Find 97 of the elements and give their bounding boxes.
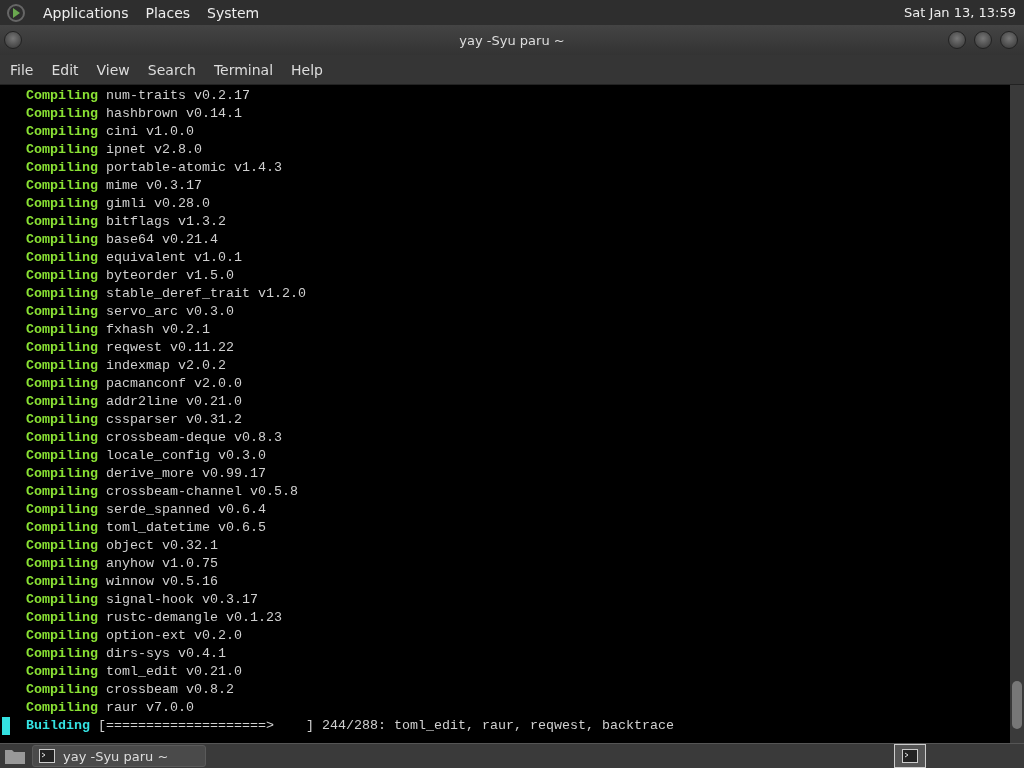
terminal-status-word: Compiling xyxy=(26,357,98,375)
terminal-text: dirs-sys v0.4.1 xyxy=(106,645,226,663)
terminal-text: toml_edit v0.21.0 xyxy=(106,663,242,681)
terminal-status-word: Compiling xyxy=(26,519,98,537)
terminal-text: reqwest v0.11.22 xyxy=(106,339,234,357)
close-button[interactable] xyxy=(1000,31,1018,49)
terminal-status-word: Compiling xyxy=(26,483,98,501)
terminal-status-word: Compiling xyxy=(26,501,98,519)
terminal-status-word: Building xyxy=(26,717,90,735)
terminal-status-word: Compiling xyxy=(26,537,98,555)
terminal-status-word: Compiling xyxy=(26,141,98,159)
terminal-text: base64 v0.21.4 xyxy=(106,231,218,249)
window-menu-button[interactable] xyxy=(4,31,22,49)
minimize-button[interactable] xyxy=(948,31,966,49)
panel-menu[interactable]: Places xyxy=(145,4,191,21)
terminal-status-word: Compiling xyxy=(26,231,98,249)
terminal-text: rustc-demangle v0.1.23 xyxy=(106,609,282,627)
terminal-status-word: Compiling xyxy=(26,375,98,393)
terminal-text: option-ext v0.2.0 xyxy=(106,627,242,645)
terminal-text: equivalent v1.0.1 xyxy=(106,249,242,267)
panel-menu[interactable]: System xyxy=(207,4,260,21)
terminal-status-word: Compiling xyxy=(26,123,98,141)
terminal-status-word: Compiling xyxy=(26,303,98,321)
scrollbar[interactable] xyxy=(1010,85,1024,743)
terminal-text: bitflags v1.3.2 xyxy=(106,213,226,231)
terminal-text: cssparser v0.31.2 xyxy=(106,411,242,429)
terminal-text: ipnet v2.8.0 xyxy=(106,141,202,159)
terminal-text: signal-hook v0.3.17 xyxy=(106,591,258,609)
terminal-text: fxhash v0.2.1 xyxy=(106,321,210,339)
menu-logo-icon[interactable] xyxy=(6,2,26,23)
terminal-status-word: Compiling xyxy=(26,609,98,627)
terminal-status-word: Compiling xyxy=(26,393,98,411)
terminal-text: object v0.32.1 xyxy=(106,537,218,555)
maximize-button[interactable] xyxy=(974,31,992,49)
terminal-text: serde_spanned v0.6.4 xyxy=(106,501,266,519)
terminal-text: raur v7.0.0 xyxy=(106,699,194,717)
menu-item[interactable]: Edit xyxy=(51,61,79,78)
terminal-status-word: Compiling xyxy=(26,249,98,267)
terminal-text: mime v0.3.17 xyxy=(106,177,202,195)
terminal-text: crossbeam-deque v0.8.3 xyxy=(106,429,282,447)
terminal-status-word: Compiling xyxy=(26,411,98,429)
terminal-status-word: Compiling xyxy=(26,87,98,105)
workspace-switcher[interactable] xyxy=(894,744,926,768)
terminal-status-word: Compiling xyxy=(26,429,98,447)
taskbar-button[interactable]: yay -Syu paru ~ xyxy=(32,745,206,767)
terminal-text: crossbeam v0.8.2 xyxy=(106,681,234,699)
terminal-status-word: Compiling xyxy=(26,195,98,213)
terminal-text: hashbrown v0.14.1 xyxy=(106,105,242,123)
terminal-status-word: Compiling xyxy=(26,159,98,177)
terminal-icon xyxy=(39,749,55,763)
menu-item[interactable]: Terminal xyxy=(213,61,274,78)
terminal-status-word: Compiling xyxy=(26,573,98,591)
scrollbar-thumb[interactable] xyxy=(1012,681,1022,729)
terminal-text: addr2line v0.21.0 xyxy=(106,393,242,411)
clock: Sat Jan 13, 13:59 xyxy=(904,5,1016,20)
terminal-status-word: Compiling xyxy=(26,267,98,285)
terminal-text: winnow v0.5.16 xyxy=(106,573,218,591)
terminal-status-word: Compiling xyxy=(26,465,98,483)
terminal-text: anyhow v1.0.75 xyxy=(106,555,218,573)
folder-icon[interactable] xyxy=(4,747,26,765)
terminal-status-word: Compiling xyxy=(26,555,98,573)
terminal-text: derive_more v0.99.17 xyxy=(106,465,266,483)
terminal-status-word: Compiling xyxy=(26,627,98,645)
menu-item[interactable]: View xyxy=(96,61,130,78)
terminal-status-word: Compiling xyxy=(26,177,98,195)
terminal-status-word: Compiling xyxy=(26,699,98,717)
progress-bar-text: [====================> ] xyxy=(98,717,314,735)
terminal-status-word: Compiling xyxy=(26,285,98,303)
terminal-text: 244/288: toml_edit, raur, reqwest, backtrace xyxy=(321,717,674,735)
terminal-text: num-traits v0.2.17 xyxy=(106,87,250,105)
cursor xyxy=(2,717,10,735)
terminal-text: servo_arc v0.3.0 xyxy=(106,303,234,321)
terminal-text: cini v1.0.0 xyxy=(106,123,194,141)
terminal-status-word: Compiling xyxy=(26,663,98,681)
terminal-text: byteorder v1.5.0 xyxy=(106,267,234,285)
terminal-status-word: Compiling xyxy=(26,213,98,231)
terminal-text: portable-atomic v1.4.3 xyxy=(106,159,282,177)
terminal-status-word: Compiling xyxy=(26,105,98,123)
terminal-text: pacmanconf v2.0.0 xyxy=(106,375,242,393)
terminal-status-word: Compiling xyxy=(26,591,98,609)
panel-menu[interactable]: Applications xyxy=(43,4,129,21)
terminal-text: gimli v0.28.0 xyxy=(106,195,210,213)
terminal-text: crossbeam-channel v0.5.8 xyxy=(106,483,298,501)
menu-item[interactable]: Search xyxy=(147,61,196,78)
terminal-status-word: Compiling xyxy=(26,645,98,663)
terminal-text: toml_datetime v0.6.5 xyxy=(106,519,266,537)
terminal-status-word: Compiling xyxy=(26,339,98,357)
menu-item[interactable]: Help xyxy=(291,61,323,78)
window-title: yay -Syu paru ~ xyxy=(459,32,565,48)
terminal-status-word: Compiling xyxy=(26,321,98,339)
terminal-text: indexmap v2.0.2 xyxy=(106,357,226,375)
terminal-status-word: Compiling xyxy=(26,681,98,699)
terminal-text: locale_config v0.3.0 xyxy=(106,447,266,465)
terminal-icon xyxy=(902,749,918,763)
menu-item[interactable]: File xyxy=(10,61,34,78)
terminal-status-word: Compiling xyxy=(26,447,98,465)
terminal-text: stable_deref_trait v1.2.0 xyxy=(106,285,306,303)
